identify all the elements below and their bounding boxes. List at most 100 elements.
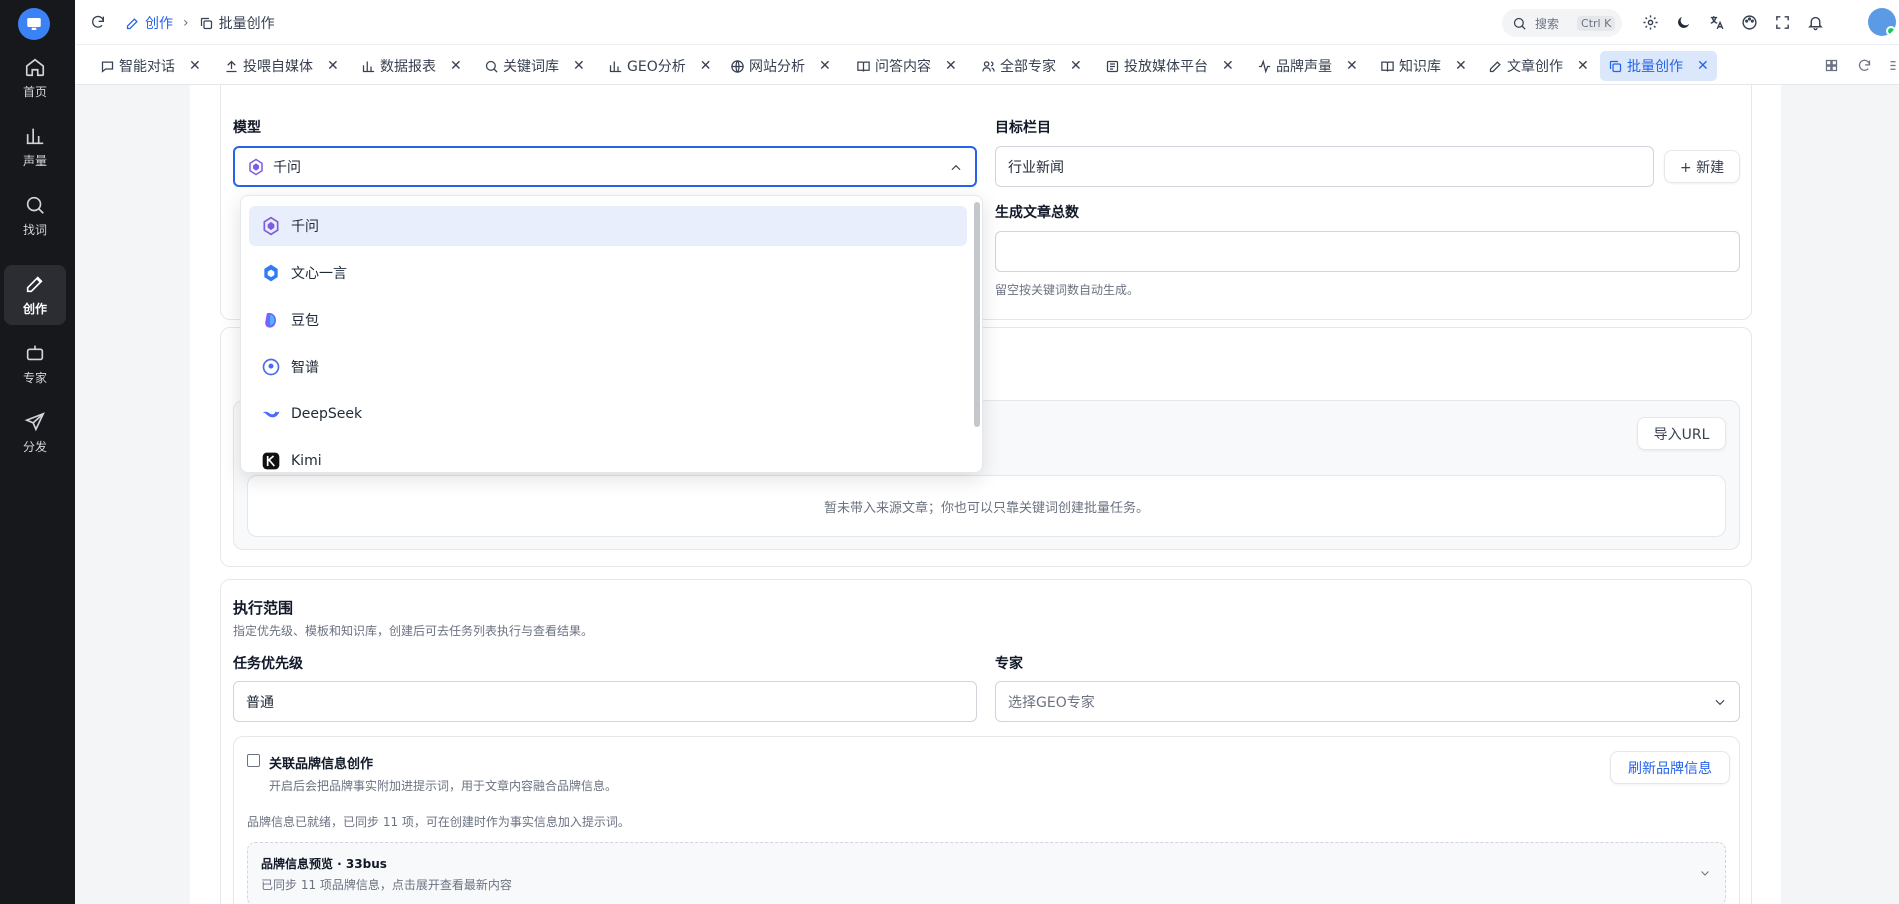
tab-data-report[interactable]: 数据报表 ✕ [353, 51, 470, 81]
model-option-zhipu[interactable]: 智谱 [249, 347, 967, 387]
close-icon[interactable]: ✕ [1222, 58, 1234, 74]
model-option-wenxin[interactable]: 文心一言 [249, 253, 967, 293]
tab-label: 投喂自媒体 [243, 59, 313, 75]
model-option-deepseek[interactable]: DeepSeek [249, 394, 967, 434]
tab-feed-media[interactable]: 投喂自媒体 ✕ [216, 51, 347, 81]
search-box[interactable]: 搜索 Ctrl K [1502, 9, 1622, 37]
model-option-label: 文心一言 [291, 266, 347, 282]
tab-label: GEO分析 [627, 59, 686, 75]
search-icon [485, 60, 498, 73]
more-icon[interactable] [1887, 58, 1899, 73]
deepseek-icon [262, 411, 280, 418]
close-icon[interactable]: ✕ [945, 58, 957, 74]
close-icon[interactable]: ✕ [1577, 58, 1589, 74]
search-icon [1513, 17, 1526, 30]
model-option-label: DeepSeek [291, 406, 363, 422]
tab-label: 知识库 [1399, 59, 1441, 75]
sidebar-item-distribute[interactable]: 分发 [4, 403, 66, 463]
tab-knowledge-base[interactable]: 知识库 ✕ [1372, 51, 1475, 81]
translate-icon[interactable] [1708, 14, 1725, 31]
expert-select[interactable]: 选择GEO专家 [995, 681, 1740, 722]
model-option-kimi[interactable]: Kimi [249, 441, 967, 472]
book-icon [1381, 61, 1394, 72]
close-icon[interactable]: ✕ [819, 58, 831, 74]
dropdown-scrollbar[interactable] [974, 202, 980, 427]
empty-source-message: 暂未带入来源文章；你也可以只靠关键词创建批量任务。 [247, 475, 1726, 537]
upload-icon [226, 60, 237, 72]
tab-all-experts[interactable]: 全部专家 ✕ [973, 51, 1090, 81]
close-icon[interactable]: ✕ [700, 58, 712, 74]
bell-icon[interactable] [1807, 14, 1824, 31]
close-icon[interactable]: ✕ [327, 58, 339, 74]
brand-status-text: 品牌信息已就绪，已同步 11 项，可在创建时作为事实信息加入提示词。 [247, 815, 630, 829]
zhipu-icon [262, 358, 280, 376]
sidebar-item-label: 找词 [22, 223, 47, 237]
close-icon[interactable]: ✕ [1070, 58, 1082, 74]
sidebar-item-find-words[interactable]: 找词 [4, 186, 66, 246]
copy-icon [200, 17, 212, 29]
brand-preview-collapsible[interactable]: 品牌信息预览 · 33bus 已同步 11 项品牌信息，点击展开查看最新内容 [247, 842, 1726, 904]
breadcrumb-item-create[interactable]: 创作 [145, 13, 173, 33]
palette-icon[interactable] [1741, 14, 1758, 31]
model-option-doubao[interactable]: 豆包 [249, 300, 967, 340]
total-articles-input[interactable] [995, 231, 1740, 272]
grid-icon[interactable] [1824, 58, 1839, 73]
brand-checkbox-label: 关联品牌信息创作 [269, 757, 374, 772]
search-placeholder: 搜索 [1535, 16, 1560, 31]
tab-batch-create[interactable]: 批量创作 ✕ [1600, 51, 1717, 81]
sidebar-item-label: 首页 [22, 85, 47, 99]
model-option-qwen[interactable]: 千问 [249, 206, 967, 246]
edit-icon [26, 276, 43, 293]
fullscreen-icon[interactable] [1774, 14, 1791, 31]
tab-label: 关键词库 [503, 59, 559, 75]
tab-bar: 智能对话 ✕ 投喂自媒体 ✕ 数据报表 ✕ 关键词库 ✕ GEO分析 ✕ 网站分析 ✕ 问答… [75, 45, 1899, 85]
close-icon[interactable]: ✕ [1697, 58, 1709, 74]
priority-select[interactable]: 普通 [233, 681, 977, 722]
tab-brand-volume[interactable]: 品牌声量 ✕ [1249, 51, 1366, 81]
tab-article-create[interactable]: 文章创作 ✕ [1480, 51, 1597, 81]
sidebar: 首页 声量 找词 创作 专家 分发 [0, 0, 75, 904]
close-icon[interactable]: ✕ [573, 58, 585, 74]
close-icon[interactable]: ✕ [450, 58, 462, 74]
sidebar-item-create[interactable]: 创作 [4, 265, 66, 325]
model-select[interactable]: 千问 [233, 146, 977, 187]
refresh-icon[interactable] [90, 14, 106, 30]
tab-smart-chat[interactable]: 智能对话 ✕ [92, 51, 209, 81]
refresh-brand-button[interactable]: 刷新品牌信息 [1610, 751, 1730, 784]
total-articles-label: 生成文章总数 [995, 205, 1079, 221]
brand-checkbox[interactable] [247, 754, 260, 767]
sidebar-item-expert[interactable]: 专家 [4, 334, 66, 394]
brand-preview-title: 品牌信息预览 · 33bus [261, 857, 387, 871]
sidebar-item-home[interactable]: 首页 [4, 48, 66, 108]
tab-site-analysis[interactable]: 网站分析 ✕ [722, 51, 839, 81]
breadcrumb-item-batch-create: 批量创作 [218, 16, 275, 32]
tab-label: 数据报表 [380, 59, 436, 75]
tab-geo-analysis[interactable]: GEO分析 ✕ [600, 51, 719, 81]
new-column-button[interactable]: + 新建 [1664, 150, 1740, 183]
chat-icon [101, 61, 114, 73]
expert-placeholder: 选择GEO专家 [1008, 694, 1095, 711]
book-icon [857, 61, 870, 72]
tab-media-platforms[interactable]: 投放媒体平台 ✕ [1097, 51, 1242, 81]
avatar[interactable] [1868, 8, 1896, 36]
kimi-icon [262, 452, 280, 470]
gear-icon[interactable] [1642, 14, 1659, 31]
close-icon[interactable]: ✕ [189, 58, 201, 74]
refresh-icon[interactable] [1857, 58, 1872, 73]
sidebar-item-volume[interactable]: 声量 [4, 117, 66, 177]
close-icon[interactable]: ✕ [1455, 58, 1467, 74]
send-icon [24, 412, 45, 432]
target-column-label: 目标栏目 [995, 120, 1051, 136]
target-column-input[interactable]: 行业新闻 [995, 146, 1654, 187]
tab-qa-content[interactable]: 问答内容 ✕ [848, 51, 965, 81]
import-url-button[interactable]: 导入URL [1637, 417, 1726, 450]
close-icon[interactable]: ✕ [1346, 58, 1358, 74]
app-logo[interactable] [18, 8, 50, 40]
moon-icon[interactable] [1675, 14, 1692, 31]
home-icon [25, 58, 45, 77]
chevron-up-icon [951, 164, 961, 171]
tab-keyword-library[interactable]: 关键词库 ✕ [476, 51, 593, 81]
chevron-right-icon: › [183, 15, 189, 31]
model-label: 模型 [233, 120, 261, 136]
scope-description: 指定优先级、模板和知识库，创建后可去任务列表执行与查看结果。 [233, 624, 594, 638]
